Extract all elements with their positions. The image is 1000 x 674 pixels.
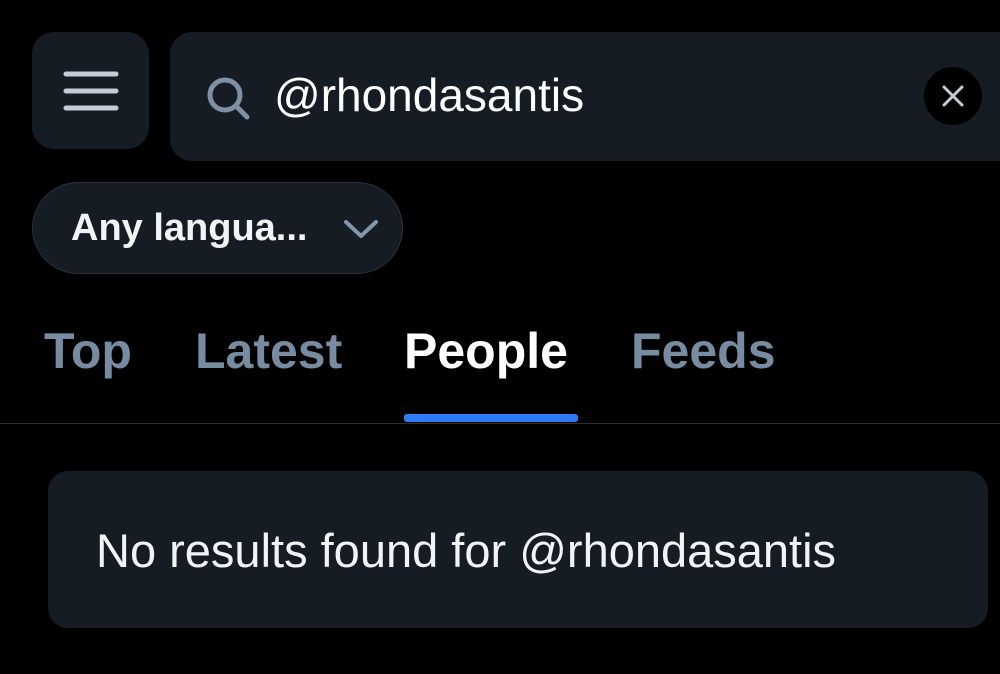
chevron-down-icon xyxy=(344,220,378,238)
tab-people[interactable]: People xyxy=(404,322,568,380)
search-bar[interactable] xyxy=(170,32,1000,161)
language-filter-dropdown[interactable]: Any langua... xyxy=(32,182,403,274)
empty-results-card: No results found for @rhondasantis xyxy=(48,471,988,628)
active-tab-indicator xyxy=(404,414,578,422)
close-icon xyxy=(942,85,964,107)
language-filter-label: Any langua... xyxy=(71,207,308,249)
tab-latest[interactable]: Latest xyxy=(195,322,342,380)
search-tabs: Top Latest People Feeds xyxy=(0,300,1000,424)
search-input[interactable] xyxy=(274,62,894,128)
hamburger-menu-icon xyxy=(63,71,118,110)
tab-feeds[interactable]: Feeds xyxy=(631,322,776,380)
search-icon xyxy=(207,77,250,120)
tab-top[interactable]: Top xyxy=(44,322,132,380)
clear-search-button[interactable] xyxy=(924,67,982,125)
menu-button[interactable] xyxy=(32,32,149,149)
no-results-message: No results found for @rhondasantis xyxy=(96,524,837,577)
